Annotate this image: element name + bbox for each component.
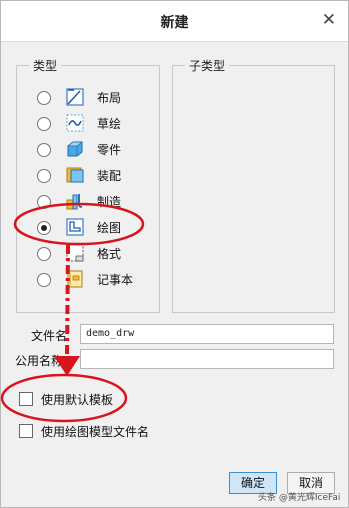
type-label-drawing: 绘图 xyxy=(97,221,122,235)
type-label-assembly: 装配 xyxy=(97,169,122,183)
format-icon xyxy=(66,244,84,262)
use-default-template-checkbox[interactable] xyxy=(19,392,33,406)
type-label-manufacturing: 制造 xyxy=(97,195,122,209)
type-label-sketch: 草绘 xyxy=(97,117,122,131)
type-group-title: 类型 xyxy=(29,57,62,74)
title-bar: 新建 ✕ xyxy=(1,1,348,42)
assembly-icon xyxy=(66,167,84,183)
type-label-format: 格式 xyxy=(97,247,122,261)
dialog-title: 新建 xyxy=(160,15,189,31)
radio-format[interactable] xyxy=(37,247,51,261)
radio-assembly[interactable] xyxy=(37,169,51,183)
sketch-icon xyxy=(66,114,84,132)
use-drawing-model-filename-checkbox[interactable] xyxy=(19,424,33,438)
radio-part[interactable] xyxy=(37,143,51,157)
notebook-icon xyxy=(67,270,83,288)
radio-layout[interactable] xyxy=(37,91,51,105)
close-icon[interactable]: ✕ xyxy=(322,10,336,30)
manufacturing-icon xyxy=(66,194,83,210)
type-label-notebook: 记事本 xyxy=(97,273,134,287)
common-name-label: 公用名称 xyxy=(15,354,64,368)
filename-input[interactable]: demo_drw xyxy=(80,324,334,344)
radio-manufacturing[interactable] xyxy=(37,195,51,209)
new-file-dialog: 新建 ✕ 类型 布局 草绘 零件 装配 制造 绘图 格式 记事本 子类型 文件名… xyxy=(0,0,349,508)
type-label-part: 零件 xyxy=(97,143,122,157)
drawing-icon xyxy=(66,218,84,236)
use-default-template-label: 使用默认模板 xyxy=(41,393,114,407)
part-icon xyxy=(66,141,84,157)
radio-drawing[interactable] xyxy=(37,221,51,235)
watermark: 头条 @黄光辉IceFai xyxy=(258,493,341,503)
type-group: 类型 布局 草绘 零件 装配 制造 绘图 格式 记事本 xyxy=(16,57,160,313)
filename-label: 文件名 xyxy=(31,329,68,343)
subtype-group: 子类型 xyxy=(172,57,335,313)
type-label-layout: 布局 xyxy=(97,91,122,105)
radio-notebook[interactable] xyxy=(37,273,51,287)
subtype-group-title: 子类型 xyxy=(185,57,230,74)
common-name-input[interactable] xyxy=(80,349,334,369)
radio-sketch[interactable] xyxy=(37,117,51,131)
layout-icon xyxy=(66,88,84,106)
use-drawing-model-filename-label: 使用绘图模型文件名 xyxy=(41,425,150,439)
